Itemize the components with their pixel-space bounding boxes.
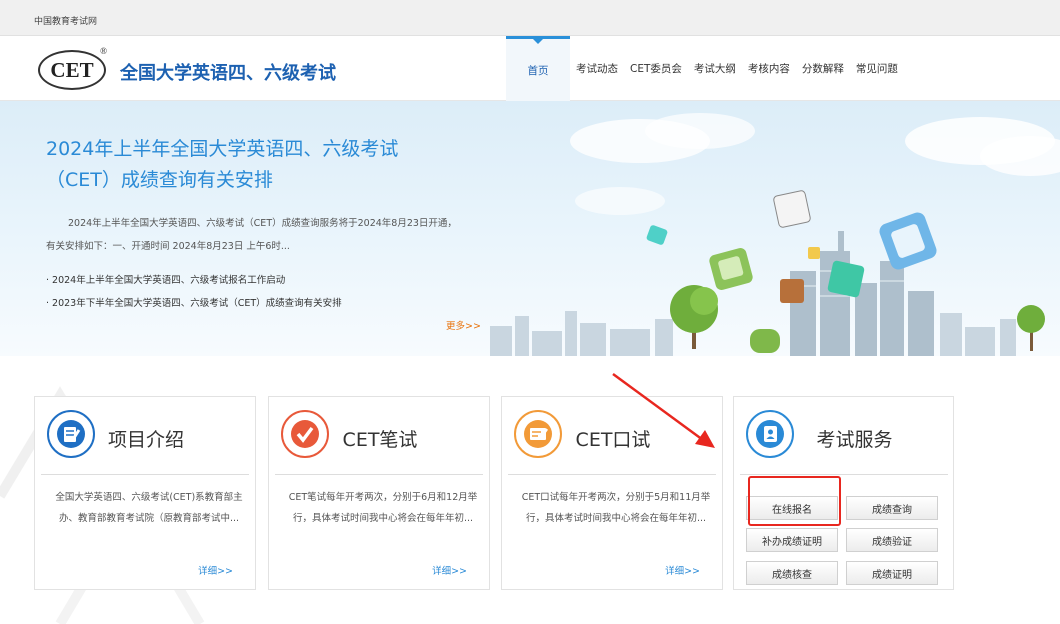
- card-description: CET笔试每年开考两次，分别于6月和12月举行，具体考试时间我中心将会在每年年初…: [288, 492, 478, 524]
- news-item[interactable]: 2023年下半年全国大学英语四、六级考试（CET）成绩查询有关安排: [46, 292, 342, 315]
- card-title: 考试服务: [816, 429, 893, 451]
- card-title: CET笔试: [342, 429, 418, 451]
- nav-score-interpretation[interactable]: 分数解释: [796, 36, 850, 101]
- card-description: CET口试每年开考两次，分别于5月和11月举行，具体考试时间我中心将会在每年年初…: [521, 492, 711, 524]
- card-description: 全国大学英语四、六级考试(CET)系教育部主办、教育部教育考试院（原教育部考试中…: [55, 492, 243, 524]
- score-certificate-button[interactable]: 成绩证明: [846, 561, 938, 585]
- card-project-intro[interactable]: 项目介绍 全国大学英语四、六级考试(CET)系教育部主办、教育部教育考试院（原教…: [34, 396, 256, 590]
- main-nav: 首页 考试动态 CET委员会 考试大纲 考核内容 分数解释 常见问题: [506, 36, 904, 101]
- divider: [508, 474, 716, 475]
- divider: [41, 474, 249, 475]
- headline-link[interactable]: 2024年上半年全国大学英语四、六级考试（CET）成绩查询有关安排: [46, 134, 446, 196]
- news-list: 2024年上半年全国大学英语四、六级考试报名工作启动 2023年下半年全国大学英…: [46, 269, 342, 315]
- nav-cet-committee[interactable]: CET委员会: [624, 36, 688, 101]
- more-link[interactable]: 更多>>: [446, 318, 481, 332]
- headline-summary: 2024年上半年全国大学英语四、六级考试（CET）成绩查询服务将于2024年8月…: [46, 218, 457, 252]
- nav-syllabus[interactable]: 考试大纲: [688, 36, 742, 101]
- annotation-arrow: [612, 372, 715, 448]
- score-verification-button[interactable]: 成绩验证: [846, 528, 938, 552]
- logo-text: CET: [50, 57, 94, 82]
- divider: [740, 474, 948, 475]
- detail-link[interactable]: 详细>>: [198, 563, 233, 577]
- site-name-link[interactable]: 中国教育考试网: [34, 14, 97, 27]
- registered-mark: ®: [100, 46, 107, 56]
- nav-home[interactable]: 首页: [506, 36, 570, 101]
- nav-faq[interactable]: 常见问题: [850, 36, 904, 101]
- site-title[interactable]: 全国大学英语四、六级考试: [120, 59, 336, 85]
- nav-exam-news[interactable]: 考试动态: [570, 36, 624, 101]
- score-query-button[interactable]: 成绩查询: [846, 496, 938, 520]
- detail-link[interactable]: 详细>>: [665, 563, 700, 577]
- card-title: 项目介绍: [107, 429, 184, 451]
- score-review-button[interactable]: 成绩核查: [746, 561, 838, 585]
- nav-assessment[interactable]: 考核内容: [742, 36, 796, 101]
- reissue-certificate-button[interactable]: 补办成绩证明: [746, 528, 838, 552]
- divider: [275, 474, 483, 475]
- card-cet-written[interactable]: CET笔试 CET笔试每年开考两次，分别于6月和12月举行，具体考试时间我中心将…: [268, 396, 490, 590]
- cet-logo[interactable]: CET ®: [38, 46, 107, 90]
- news-item[interactable]: 2024年上半年全国大学英语四、六级考试报名工作启动: [46, 269, 342, 292]
- top-bar: 中国教育考试网: [0, 0, 1060, 36]
- detail-link[interactable]: 详细>>: [432, 563, 467, 577]
- highlight-box: [748, 476, 841, 526]
